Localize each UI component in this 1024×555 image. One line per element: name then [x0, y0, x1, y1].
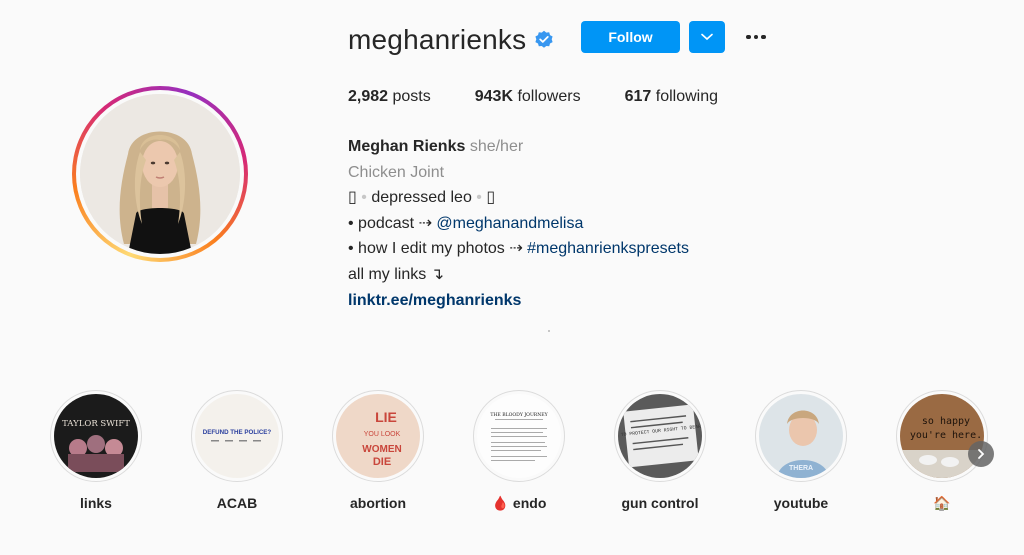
following-stat[interactable]: 617 following [625, 88, 718, 106]
highlight-cover-text: YOU LOOK [364, 431, 401, 438]
highlight-item[interactable]: TAYLOR SWIFT links [50, 390, 142, 511]
highlight-item[interactable]: LIE YOU LOOK WOMEN DIE abortion [332, 390, 424, 511]
highlight-item[interactable]: THERA youtube [755, 390, 847, 511]
highlight-label: abortion [350, 495, 406, 511]
highlight-cover-text: you're here. [910, 430, 982, 441]
profile-bio: Meghan Rienks she/her Chicken Joint ▯ • … [348, 134, 689, 313]
profile-picture-ring[interactable] [72, 86, 248, 262]
bullet-separator: • [361, 189, 367, 207]
profile-category: Chicken Joint [348, 163, 445, 181]
highlight-cover: THERA [759, 394, 843, 478]
pronouns: she/her [469, 138, 524, 155]
highlight-cover: LIE YOU LOOK WOMEN DIE [336, 394, 420, 478]
story-highlights: TAYLOR SWIFT links DEFUND THE POLICE? AC… [0, 390, 1024, 530]
highlight-ring: THERA [755, 390, 847, 482]
profile-header: meghanrienks [348, 20, 554, 60]
highlight-item[interactable]: DEFUND THE POLICE? ACAB [191, 390, 283, 511]
more-options-button[interactable] [741, 26, 771, 48]
chevron-down-icon [701, 33, 713, 41]
bio-name-line: Meghan Rienks she/her [348, 134, 689, 160]
bio-line-3: • how I edit my photos ⇢ #meghanrienkspr… [348, 236, 689, 262]
bullet-separator: • [476, 189, 482, 207]
highlight-cover-text: THE BLOODY JOURNEY [490, 412, 548, 418]
emoji-placeholder-left: ▯ [348, 189, 357, 207]
bio-text: depressed leo [371, 189, 472, 207]
highlight-ring: DEFUND THE POLICE? [191, 390, 283, 482]
mention-link[interactable]: @meghanandmelisa [436, 215, 583, 232]
follow-button[interactable]: Follow [581, 21, 680, 53]
highlight-cover-text: WOMEN [362, 444, 401, 455]
posts-count: 2,982 [348, 88, 389, 105]
highlight-ring: LIE YOU LOOK WOMEN DIE [332, 390, 424, 482]
emoji-placeholder-right: ▯ [486, 189, 496, 207]
highlight-item[interactable]: FORCE TO PROTECT OUR RIGHT TO BEAR ARMS … [614, 390, 706, 511]
chevron-right-icon [978, 449, 985, 459]
highlight-cover-text: LIE [375, 409, 397, 425]
highlight-item[interactable]: THE BLOODY JOURNEY 🩸 endo [473, 390, 565, 512]
more-options-icon [746, 34, 751, 40]
highlight-cover-text: DIE [373, 456, 391, 468]
highlight-label: youtube [773, 495, 829, 511]
highlight-cover: FORCE TO PROTECT OUR RIGHT TO BEAR ARMS [618, 394, 702, 478]
highlight-label: links [80, 495, 112, 511]
more-options-icon-dot [753, 34, 759, 40]
highlight-cover-text: THERA [789, 465, 813, 472]
highlight-ring: TAYLOR SWIFT [50, 390, 142, 482]
highlights-next-button[interactable] [968, 441, 994, 467]
followers-label: followers [517, 88, 581, 105]
following-count: 617 [624, 88, 652, 105]
hashtag-link[interactable]: #meghanrienkspresets [527, 240, 689, 257]
full-name: Meghan Rienks [348, 138, 466, 155]
highlight-ring: so happy you're here. [896, 390, 988, 482]
avatar-photo [80, 94, 240, 254]
highlight-cover: THE BLOODY JOURNEY [477, 394, 561, 478]
website-link[interactable]: linktr.ee/meghanrienks [348, 288, 689, 314]
highlight-label: gun control [621, 495, 699, 511]
profile-picture-frame [76, 90, 244, 258]
suggested-accounts-dropdown-button[interactable] [689, 21, 725, 53]
avatar [80, 94, 240, 254]
following-label: following [655, 88, 719, 105]
highlight-ring: FORCE TO PROTECT OUR RIGHT TO BEAR ARMS [614, 390, 706, 482]
highlight-cover-text: TAYLOR SWIFT [62, 419, 130, 429]
highlight-cover: TAYLOR SWIFT [54, 394, 138, 478]
username: meghanrienks [348, 24, 527, 55]
bio-line-1: ▯ • depressed leo • ▯ [348, 185, 689, 211]
highlight-label: ACAB [216, 495, 258, 511]
verified-badge-icon [534, 30, 554, 50]
divider-dot [548, 330, 550, 332]
highlight-cover-text: DEFUND THE POLICE? [203, 429, 272, 436]
bio-text: • how I edit my photos ⇢ [348, 240, 523, 258]
highlight-cover: DEFUND THE POLICE? [195, 394, 279, 478]
followers-count: 943K [474, 88, 513, 105]
bio-line-2: • podcast ⇢ @meghanandmelisa [348, 211, 689, 237]
more-options-icon-dot [761, 34, 766, 40]
highlight-ring: THE BLOODY JOURNEY [473, 390, 565, 482]
highlight-label: 🏠 [933, 495, 951, 511]
highlight-cover: so happy you're here. [900, 394, 984, 478]
bio-text: • podcast ⇢ [348, 214, 432, 232]
highlight-cover-text: so happy [922, 416, 970, 427]
posts-label: posts [392, 88, 431, 105]
bio-line-4: all my links ↴ [348, 265, 445, 283]
profile-stats: 2,982 posts 943K followers 617 following [348, 88, 762, 106]
posts-stat: 2,982 posts [348, 88, 431, 106]
highlight-label: 🩸 endo [491, 495, 547, 511]
followers-stat[interactable]: 943K followers [475, 88, 581, 106]
